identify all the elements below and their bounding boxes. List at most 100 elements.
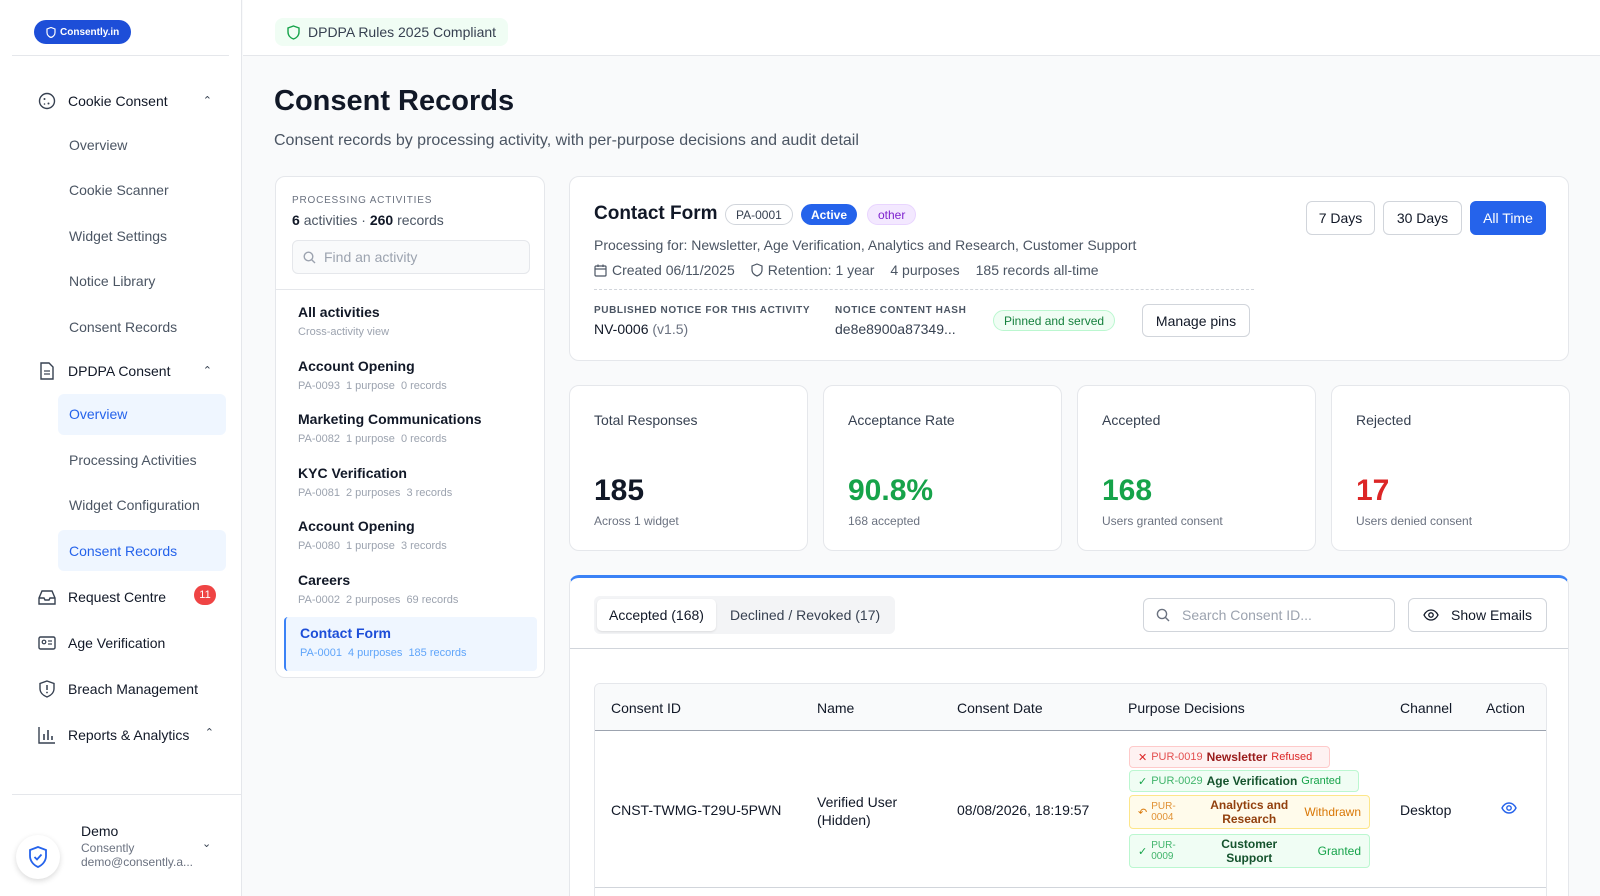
cell-name: Verified User (Hidden)	[817, 794, 898, 828]
sidebar-item-widget-configuration[interactable]: Widget Configuration	[0, 483, 226, 529]
category-badge: other	[867, 204, 917, 225]
search-icon	[303, 250, 316, 263]
column-header-consent-date[interactable]: Consent Date	[957, 684, 1043, 731]
activity-search-placeholder: Find an activity	[324, 249, 418, 265]
activity-item[interactable]: Careers PA-0002 2 purposes 69 records	[284, 564, 537, 618]
activity-meta: PA-0081 2 purposes 3 records	[298, 486, 453, 499]
show-emails-button[interactable]: Show Emails	[1408, 598, 1547, 632]
shield-icon	[751, 263, 763, 277]
purpose-decision-granted: ✓ PUR-0029 Age Verification Granted	[1129, 770, 1359, 792]
stat-card-total: Total Responses 185 Across 1 widget	[569, 385, 808, 551]
chevron-up-icon[interactable]: ⌃	[205, 726, 214, 739]
sidebar-item-dpdpa-overview[interactable]: Overview	[58, 393, 226, 435]
sidebar-item-label: Breach Management	[68, 680, 198, 697]
activity-meta: PA-0002 2 purposes 69 records	[298, 593, 459, 606]
column-header-action[interactable]: Action	[1486, 684, 1525, 731]
activity-item[interactable]: Marketing Communications PA-0082 1 purpos…	[284, 403, 537, 457]
column-header-purpose-decisions[interactable]: Purpose Decisions	[1128, 684, 1245, 731]
brand-logo[interactable]: Consently.in	[34, 20, 132, 44]
activities-count-suffix: activities ·	[303, 212, 366, 228]
activity-item-selected[interactable]: Contact Form PA-0001 4 purposes 185 record…	[284, 617, 537, 671]
activity-item[interactable]: KYC Verification PA-0081 2 purposes 3 reco…	[284, 457, 537, 511]
activity-item[interactable]: Account Opening PA-0080 1 purpose 3 record…	[284, 510, 537, 564]
sidebar-item-label: Reports & Analytics	[68, 726, 190, 743]
activity-name: Account Opening	[298, 518, 415, 534]
nav-group-dpdpa-consent[interactable]: DPDPA Consent ⌃	[0, 350, 242, 392]
sidebar-item-request-centre[interactable]: Request Centre 11	[0, 574, 242, 620]
user-name: Demo	[81, 823, 119, 839]
show-emails-label: Show Emails	[1451, 607, 1532, 623]
activity-item[interactable]: Account Opening PA-0093 1 purpose 0 record…	[284, 350, 537, 404]
records-tabs: Accepted (168) Declined / Revoked (17)	[594, 596, 896, 634]
records-count-number: 260	[369, 212, 394, 228]
user-menu[interactable]: Demo Consently demo@consently.a... ⌄	[12, 794, 241, 896]
sidebar-nav: Cookie Consent ⌃ Overview Cookie Scanner…	[0, 80, 242, 758]
tab-declined-revoked[interactable]: Declined / Revoked (17)	[718, 599, 892, 631]
activity-id-badge: PA-0001	[725, 204, 793, 225]
sidebar-item-dpdpa-consent-records[interactable]: Consent Records	[58, 530, 226, 571]
user-email: demo@consently.a...	[81, 855, 194, 869]
activities-count-number: 6	[292, 212, 300, 228]
manage-pins-button[interactable]: Manage pins	[1142, 304, 1250, 337]
sidebar-item-notice-library[interactable]: Notice Library	[0, 259, 226, 305]
chevron-up-icon[interactable]: ⌃	[203, 94, 212, 107]
avatar[interactable]	[16, 835, 60, 879]
purpose-decision-withdrawn: ↶ PUR-0004 Analytics and Research Withdr…	[1129, 795, 1370, 829]
cell-consent-id[interactable]: CNST-TWMG-T29U-5PWN	[611, 802, 781, 818]
consent-table: Consent ID Name Consent Date Purpose Dec…	[594, 683, 1547, 896]
topbar: DPDPA Rules 2025 Compliant	[243, 0, 1600, 56]
consent-search-placeholder: Search Consent ID...	[1182, 607, 1312, 623]
search-icon	[1156, 608, 1170, 622]
sidebar-item-cookie-scanner[interactable]: Cookie Scanner	[0, 168, 226, 214]
activity-meta: PA-0080 1 purpose 3 records	[298, 540, 447, 552]
sidebar-item-age-verification[interactable]: Age Verification	[0, 620, 242, 666]
activity-name: All activities	[298, 304, 380, 320]
activity-search-input[interactable]: Find an activity	[292, 240, 530, 274]
sidebar-item-cookie-overview[interactable]: Overview	[0, 122, 226, 168]
chevron-up-icon[interactable]: ⌃	[203, 364, 212, 377]
tab-accepted[interactable]: Accepted (168)	[597, 599, 716, 631]
activity-meta: Cross-activity view	[298, 326, 390, 338]
consent-search-input[interactable]: Search Consent ID...	[1143, 598, 1395, 632]
range-all-time-button[interactable]: All Time	[1470, 201, 1546, 235]
column-header-consent-id[interactable]: Consent ID	[611, 684, 681, 731]
stat-label: Total Responses	[594, 412, 698, 428]
stat-subtext: Users denied consent	[1356, 514, 1473, 528]
sidebar: Consently.in Cookie Consent ⌃ Overview C…	[0, 0, 242, 896]
cell-channel: Desktop	[1400, 802, 1452, 818]
activity-list: All activities Cross-activity view Accou…	[284, 296, 537, 671]
sidebar-item-widget-settings[interactable]: Widget Settings	[0, 213, 226, 259]
row-divider	[595, 887, 1546, 888]
stat-value: 168	[1102, 474, 1153, 507]
stat-value: 17	[1356, 474, 1390, 507]
shield-alert-icon	[37, 679, 57, 699]
check-icon: ✓	[1138, 775, 1148, 788]
activity-name: Contact Form	[300, 625, 391, 641]
shield-icon	[46, 26, 56, 38]
stat-value: 90.8%	[848, 474, 934, 507]
nav-group-cookie-consent[interactable]: Cookie Consent ⌃	[0, 80, 242, 122]
purposes-count: 4 purposes	[890, 262, 960, 278]
sidebar-item-reports[interactable]: Reports & Analytics ⌃	[0, 712, 242, 758]
sidebar-item-processing-activities[interactable]: Processing Activities	[0, 437, 226, 483]
range-30-days-button[interactable]: 30 Days	[1383, 201, 1462, 235]
notice-value: NV-0006 (v1.5)	[594, 321, 689, 337]
cookie-icon	[37, 91, 57, 111]
range-7-days-button[interactable]: 7 Days	[1306, 201, 1375, 235]
column-header-name[interactable]: Name	[817, 684, 854, 731]
view-record-button[interactable]	[1501, 801, 1517, 817]
page-title: Consent Records	[274, 85, 515, 117]
hash-label: NOTICE CONTENT HASH	[835, 305, 967, 316]
column-header-channel[interactable]: Channel	[1400, 684, 1452, 731]
sidebar-item-cookie-consent-records[interactable]: Consent Records	[0, 304, 226, 350]
check-icon: ✓	[1138, 845, 1148, 858]
shield-check-icon	[29, 846, 47, 868]
sidebar-item-breach-management[interactable]: Breach Management	[0, 666, 242, 712]
compliance-label: DPDPA Rules 2025 Compliant	[308, 24, 497, 40]
undo-icon: ↶	[1138, 806, 1148, 819]
chevron-down-icon[interactable]: ⌄	[202, 837, 211, 850]
document-icon	[37, 361, 57, 381]
notification-badge: 11	[194, 584, 216, 605]
sidebar-item-label: Request Centre	[68, 588, 167, 605]
activity-item-all[interactable]: All activities Cross-activity view	[284, 296, 537, 350]
